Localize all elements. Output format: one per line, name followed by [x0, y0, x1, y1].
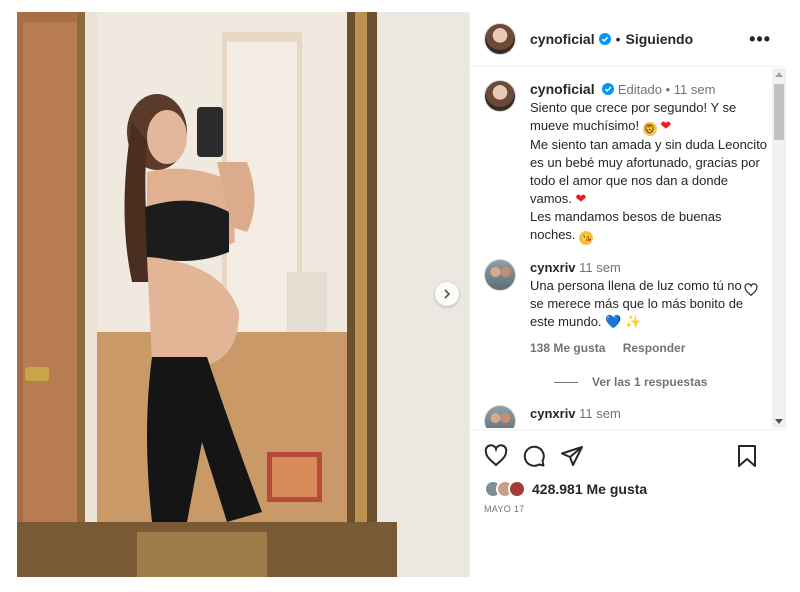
comment-likes-count[interactable]: 138 Me gusta [530, 341, 605, 355]
view-replies-label: Ver las 1 respuestas [592, 375, 708, 389]
avatar[interactable] [484, 405, 516, 428]
save-button[interactable] [736, 444, 758, 468]
comment-item: cynxriv 11 sem Una persona llena de luz … [470, 245, 786, 357]
comment-button[interactable] [522, 444, 546, 468]
kiss-emoji-icon: 😘 [579, 231, 594, 245]
separator-dot: • [615, 31, 621, 47]
caption-username[interactable]: cynoficial [530, 81, 595, 97]
comment-icon [523, 445, 545, 467]
post-caption: cynoficial Editado • 11 sem Siento que c… [470, 68, 786, 245]
edited-label: Editado [617, 82, 662, 97]
post-actions-bar: 428.981 Me gusta MAYO 17 [470, 429, 786, 577]
reply-button[interactable]: Responder [623, 341, 686, 355]
share-button[interactable] [560, 444, 584, 468]
avatar[interactable] [484, 259, 516, 291]
comment-time[interactable]: 11 sem [579, 406, 621, 421]
caption-line-2: Me siento tan amada y sin duda Leoncito … [530, 137, 768, 206]
comment-username[interactable]: cynxriv [530, 406, 576, 421]
comment-time[interactable]: 11 sem [579, 260, 621, 275]
caption-time[interactable]: 11 sem [674, 82, 716, 97]
comment-like-heart-icon[interactable] [744, 283, 758, 297]
separator-dot: • [665, 82, 674, 97]
username-link[interactable]: cynoficial [530, 31, 595, 47]
avatar[interactable] [484, 80, 516, 112]
comments-scrollbar[interactable] [772, 68, 786, 428]
likes-row[interactable]: 428.981 Me gusta [484, 480, 772, 498]
red-heart-emoji-icon: ❤ [575, 191, 587, 206]
avatar[interactable] [484, 23, 516, 55]
following-button[interactable]: Siguiendo [626, 31, 694, 47]
next-image-button[interactable] [435, 282, 459, 306]
post-panel: cynoficial • Siguiendo ••• cynoficial Ed… [469, 12, 786, 577]
verified-icon [598, 33, 611, 45]
caption-line-1: Siento que crece por segundo! Y se mueve… [530, 100, 737, 133]
sparkle-emoji-icon: ✨ [624, 314, 642, 329]
chevron-right-icon [444, 289, 451, 299]
save-icon [738, 445, 756, 467]
scroll-down-arrow-icon[interactable] [775, 419, 783, 424]
replies-divider [554, 381, 578, 383]
verified-icon [602, 83, 615, 95]
post-date[interactable]: MAYO 17 [484, 504, 772, 514]
comment-item: cynxriv 11 sem [470, 389, 786, 428]
post-photo [17, 12, 469, 577]
view-replies-button[interactable]: Ver las 1 respuestas [470, 357, 786, 389]
scroll-up-arrow-icon[interactable] [775, 72, 783, 77]
caption-line-3: Les mandamos besos de buenas noches. [530, 209, 722, 242]
liker-avatar [508, 480, 526, 498]
comments-section[interactable]: cynoficial Editado • 11 sem Siento que c… [470, 68, 786, 428]
blue-heart-emoji-icon: 💙 [605, 314, 622, 329]
likes-count[interactable]: 428.981 Me gusta [532, 481, 647, 497]
like-button[interactable] [484, 444, 508, 468]
red-heart-emoji-icon: ❤ [660, 118, 672, 133]
post-header: cynoficial • Siguiendo ••• [470, 12, 785, 67]
comment-username[interactable]: cynxriv [530, 260, 576, 275]
more-icon[interactable]: ••• [749, 29, 771, 50]
heart-icon [484, 444, 508, 467]
lion-emoji-icon: 🦁 [642, 122, 657, 136]
scrollbar-thumb[interactable] [774, 84, 784, 140]
post-image[interactable] [17, 12, 469, 577]
share-icon [561, 446, 583, 466]
